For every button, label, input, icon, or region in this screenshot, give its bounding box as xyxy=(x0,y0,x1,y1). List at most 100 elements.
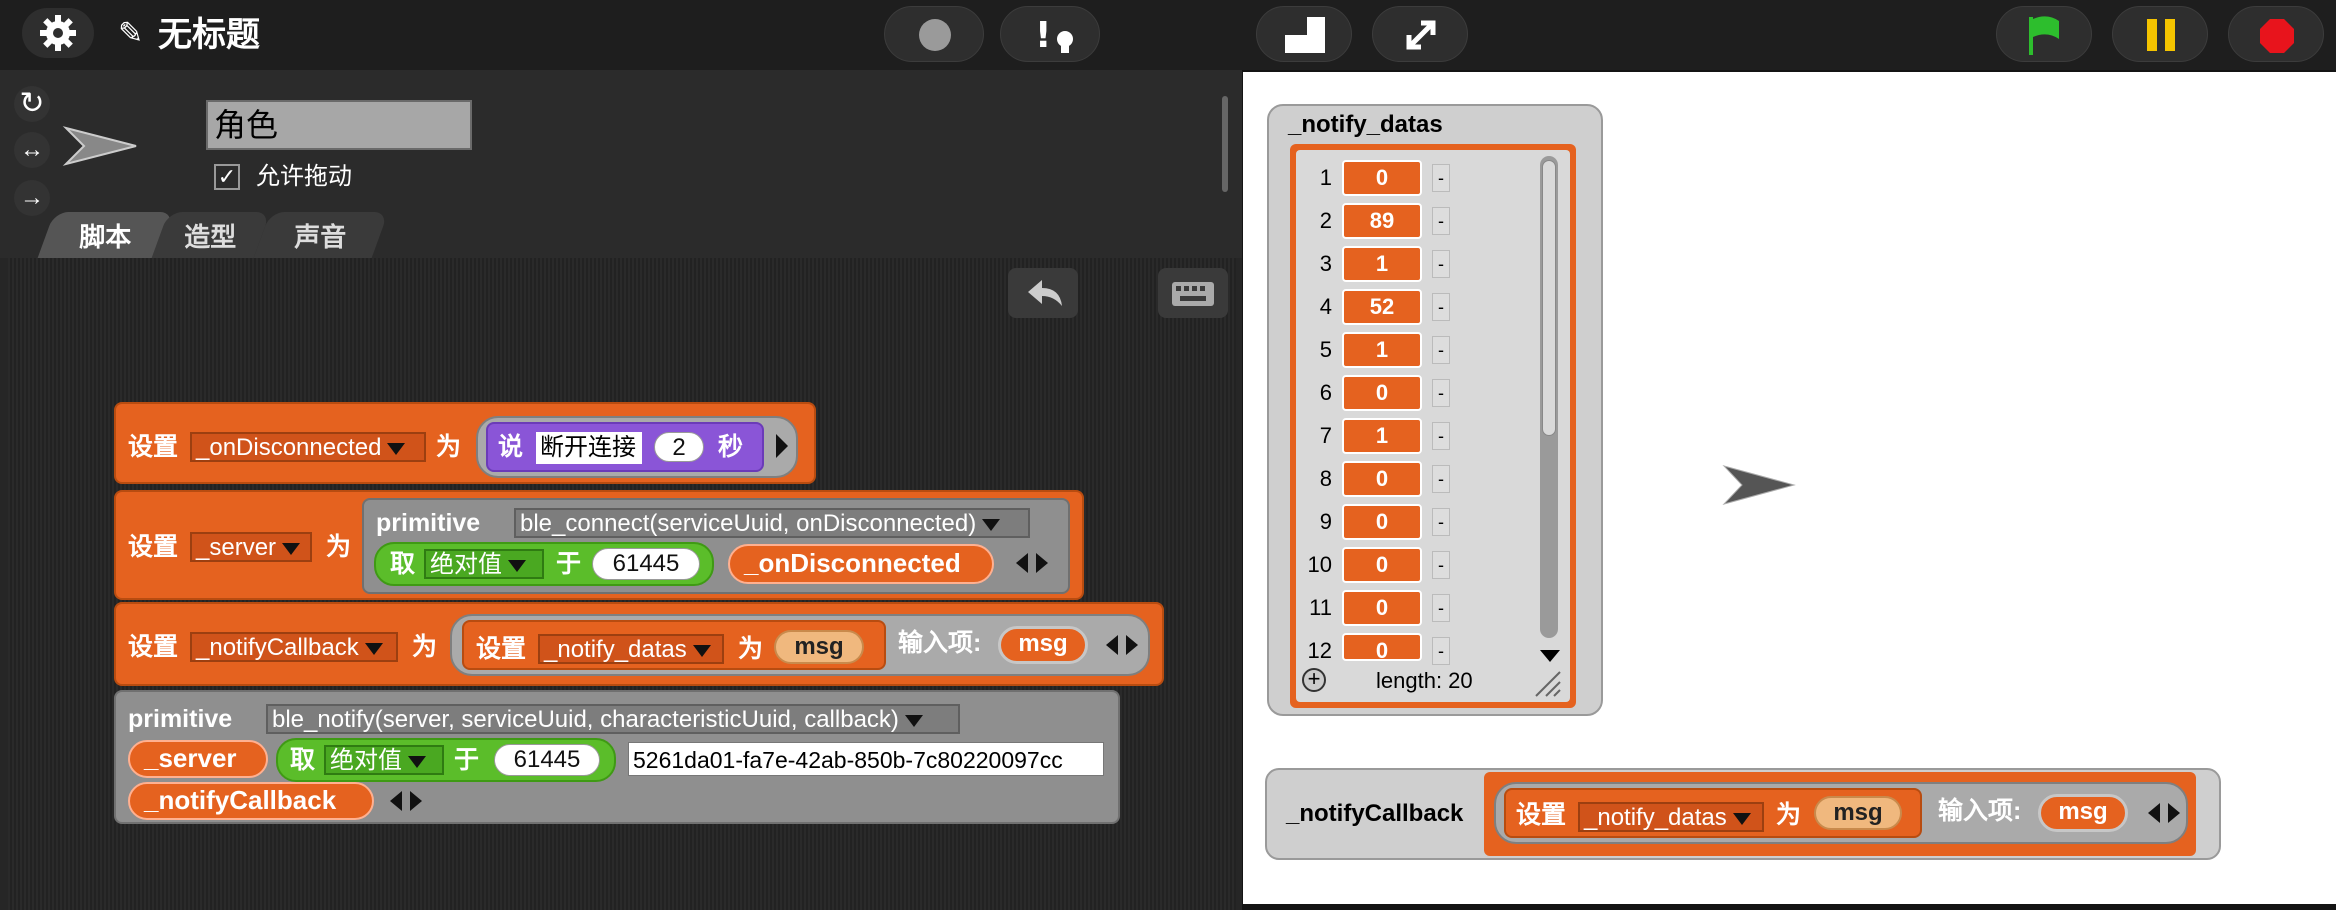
remove-item-button[interactable]: - xyxy=(1432,551,1450,579)
list-cell[interactable]: 0 xyxy=(1342,504,1422,540)
row-index: 8 xyxy=(1319,466,1332,491)
rotate-left-right-icon[interactable]: ↔ xyxy=(14,132,50,168)
gear-icon[interactable] xyxy=(22,8,94,58)
to-label: 为 xyxy=(1776,801,1802,829)
variable-dropdown[interactable]: _notify_datas xyxy=(538,634,724,664)
variable-dropdown[interactable]: _notifyCallback xyxy=(190,632,398,662)
set-label: 设置 xyxy=(128,633,179,661)
arrows-icon[interactable] xyxy=(1012,548,1052,578)
record-button[interactable] xyxy=(884,6,984,62)
watcher-name: _notifyCallback xyxy=(1286,800,1464,827)
stage-size-button[interactable] xyxy=(1256,6,1352,62)
arrows-icon[interactable] xyxy=(2144,798,2184,828)
undo-button[interactable] xyxy=(1008,268,1078,318)
math-function-dropdown[interactable]: 绝对值 xyxy=(324,745,444,775)
project-title[interactable]: 无标题 xyxy=(158,10,260,60)
variable-dropdown[interactable]: _onDisconnected xyxy=(190,432,426,462)
remove-item-button[interactable]: - xyxy=(1432,508,1450,536)
notifycallback-variable[interactable]: _notifyCallback xyxy=(128,782,374,820)
remove-item-button[interactable]: - xyxy=(1432,379,1450,407)
primitive-function-dropdown[interactable]: ble_notify(server, serviceUuid, characte… xyxy=(266,704,960,734)
number-input[interactable]: 61445 xyxy=(592,548,700,580)
scrollbar[interactable] xyxy=(1222,96,1228,192)
chevron-down-icon xyxy=(408,755,426,768)
remove-item-button[interactable]: - xyxy=(1432,594,1450,622)
draggable-checkbox[interactable]: ✓ xyxy=(214,164,240,190)
keyboard-button[interactable] xyxy=(1158,268,1228,318)
list-cell[interactable]: 0 xyxy=(1342,633,1422,661)
chevron-down-icon xyxy=(282,542,301,555)
row-index: 12 xyxy=(1307,638,1332,663)
list-cell[interactable]: 1 xyxy=(1342,246,1422,282)
arrows-icon[interactable] xyxy=(1102,630,1142,660)
scroll-down-arrow-icon[interactable] xyxy=(1540,650,1560,662)
expand-arrow-icon[interactable] xyxy=(776,434,788,458)
secs-input[interactable]: 2 xyxy=(654,432,704,462)
fullscreen-button[interactable] xyxy=(1372,6,1468,62)
set-label: 设置 xyxy=(128,533,179,561)
input-parameter[interactable]: msg xyxy=(998,626,1088,664)
list-cell[interactable]: 52 xyxy=(1342,289,1422,325)
of-label: 于 xyxy=(556,550,582,578)
green-flag-button[interactable] xyxy=(1996,6,2092,62)
server-variable[interactable]: _server xyxy=(128,740,268,778)
remove-item-button[interactable]: - xyxy=(1432,250,1450,278)
remove-item-button[interactable]: - xyxy=(1432,465,1450,493)
row-index: 11 xyxy=(1309,595,1332,620)
input-parameter[interactable]: msg xyxy=(2038,794,2128,832)
remove-item-button[interactable]: - xyxy=(1432,336,1450,364)
say-text-input[interactable]: 断开连接 xyxy=(536,432,642,464)
tab-sounds[interactable]: 声音 xyxy=(253,212,389,258)
list-cell[interactable]: 1 xyxy=(1342,418,1422,454)
list-cell[interactable]: 0 xyxy=(1342,375,1422,411)
pencil-icon: ✎ xyxy=(118,17,144,50)
ondisconnected-variable[interactable]: _onDisconnected xyxy=(728,544,994,584)
variable-dropdown[interactable]: _notify_datas xyxy=(1578,802,1764,832)
chevron-down-icon xyxy=(692,644,711,657)
resize-handle-icon[interactable] xyxy=(1532,668,1562,698)
rotate-full-icon[interactable]: ↻ xyxy=(14,86,50,122)
row-index: 7 xyxy=(1319,423,1332,448)
sprite-name-input[interactable]: 角色 xyxy=(206,100,472,150)
undo-icon xyxy=(1028,280,1062,306)
to-label: 为 xyxy=(436,433,462,461)
primitive-function-dropdown[interactable]: ble_connect(serviceUuid, onDisconnected) xyxy=(514,508,1030,538)
remove-item-button[interactable]: - xyxy=(1432,637,1450,665)
to-label: 为 xyxy=(326,533,352,561)
of-label: 于 xyxy=(454,746,480,774)
sprite-thumbnail-icon xyxy=(62,126,137,166)
row-index: 1 xyxy=(1319,165,1332,190)
list-cell[interactable]: 0 xyxy=(1342,590,1422,626)
sprite-arrow-icon[interactable] xyxy=(1720,462,1798,508)
list-scroll-thumb[interactable] xyxy=(1542,160,1556,436)
list-cell[interactable]: 89 xyxy=(1342,203,1422,239)
remove-item-button[interactable]: - xyxy=(1432,207,1450,235)
arrows-icon[interactable] xyxy=(386,786,426,816)
svg-text:!: ! xyxy=(1035,15,1051,56)
list-cell[interactable]: 0 xyxy=(1342,547,1422,583)
msg-value-reporter[interactable]: msg xyxy=(1814,796,1902,830)
msg-value-reporter[interactable]: msg xyxy=(774,630,864,664)
remove-item-button[interactable]: - xyxy=(1432,422,1450,450)
warning-button[interactable]: ! xyxy=(1000,6,1100,62)
rotate-none-icon[interactable]: → xyxy=(14,180,50,216)
remove-item-button[interactable]: - xyxy=(1432,164,1450,192)
row-index: 4 xyxy=(1319,294,1332,319)
variable-dropdown[interactable]: _server xyxy=(190,532,312,562)
pause-button[interactable] xyxy=(2112,6,2208,62)
tab-costumes[interactable]: 造型 xyxy=(151,212,271,258)
number-input[interactable]: 61445 xyxy=(494,744,600,776)
list-cell[interactable]: 1 xyxy=(1342,332,1422,368)
list-length-label: length: 20 xyxy=(1376,668,1473,693)
remove-item-button[interactable]: - xyxy=(1432,293,1450,321)
add-item-button[interactable]: + xyxy=(1302,668,1326,692)
row-index: 9 xyxy=(1319,509,1332,534)
stop-button[interactable] xyxy=(2228,6,2324,62)
characteristic-uuid-input[interactable]: 5261da01-fa7e-42ab-850b-7c80220097cc xyxy=(628,742,1104,776)
list-cell[interactable]: 0 xyxy=(1342,160,1422,196)
draggable-label: 允许拖动 xyxy=(256,163,352,190)
row-index: 6 xyxy=(1319,380,1332,405)
row-index: 2 xyxy=(1319,208,1332,233)
list-cell[interactable]: 0 xyxy=(1342,461,1422,497)
math-function-dropdown[interactable]: 绝对值 xyxy=(424,549,544,579)
